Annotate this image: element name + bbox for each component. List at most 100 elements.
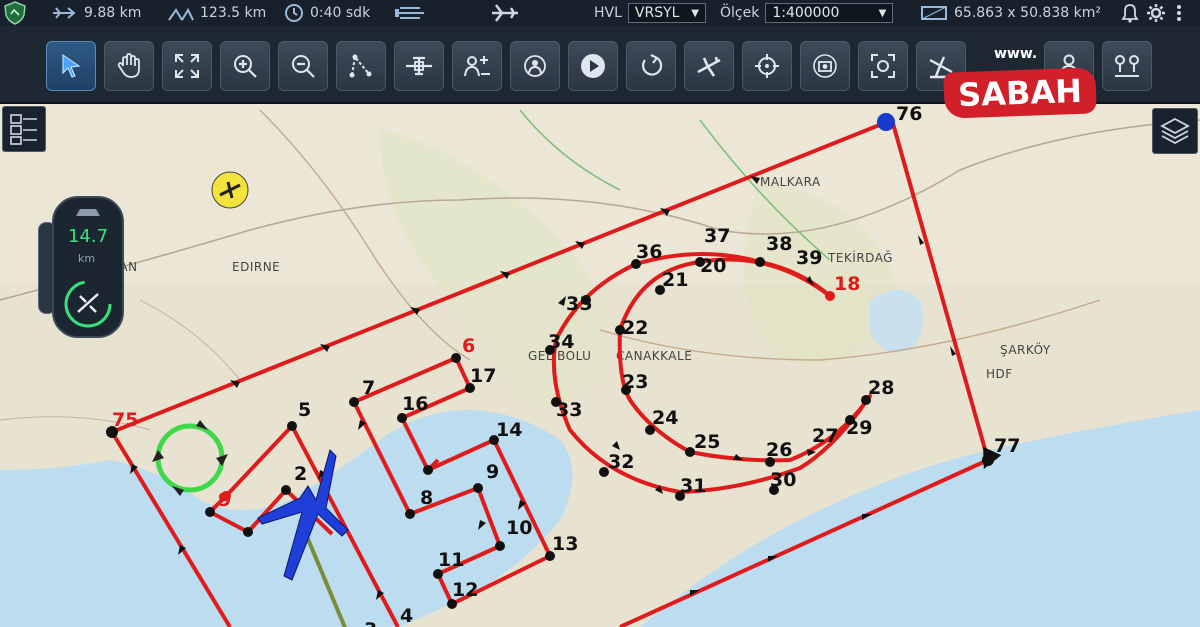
waypoint-label: 5 <box>298 399 311 421</box>
pins-tool-button[interactable] <box>1102 41 1152 91</box>
fit-tool-button[interactable] <box>162 41 212 91</box>
waypoint-label: 37 <box>704 225 730 247</box>
gauge-value: 14.7 <box>67 226 109 247</box>
play-tool-button[interactable] <box>568 41 618 91</box>
expand-icon <box>175 54 199 78</box>
target-tool-button[interactable] <box>510 41 560 91</box>
place-canakkale: ÇANAKKALE <box>616 349 692 363</box>
lake <box>870 290 924 353</box>
waypoint-label: 77 <box>994 435 1020 457</box>
area-value: 65.863 x 50.838 km² <box>954 5 1101 21</box>
shield-icon <box>4 1 26 25</box>
compass-icon <box>64 280 112 328</box>
speed-gauge: 14.7 km <box>38 196 124 338</box>
stack-icon <box>1160 117 1190 145</box>
area-readout: 65.863 x 50.838 km² <box>920 0 1101 26</box>
place-edirne: EDIRNE <box>232 260 280 274</box>
waypoint-label: 28 <box>868 377 894 399</box>
waypoint-label: 7 <box>362 377 375 399</box>
waypoint-label: 13 <box>552 533 578 555</box>
zoom-in-tool-button[interactable] <box>220 41 270 91</box>
range-value: 123.5 km <box>200 5 267 21</box>
waypoint-label: 30 <box>770 469 796 491</box>
waypoint-label: 9 <box>218 489 231 511</box>
pan-tool-button[interactable] <box>104 41 154 91</box>
waypoint-label: 34 <box>548 331 574 353</box>
notifications-button[interactable] <box>1120 0 1140 26</box>
waypoint-label: 8 <box>420 487 433 509</box>
place-hdf: HDF <box>986 367 1013 381</box>
waypoint-label: 14 <box>496 419 522 441</box>
uav-icon <box>406 56 432 76</box>
scale-select[interactable]: 1:400000 ▼ <box>765 3 894 23</box>
waypoint-label: 39 <box>796 247 822 269</box>
waypoint-label: 38 <box>766 233 792 255</box>
route-icon <box>349 54 372 78</box>
time-readout: 0:40 sdk <box>284 0 370 26</box>
waypoint-label: 2 <box>294 463 307 485</box>
zoom-out-tool-button[interactable] <box>278 41 328 91</box>
distance-icon <box>53 7 76 19</box>
gear-icon <box>1147 4 1165 22</box>
place-sarkoy: ŞARKÖY <box>1000 341 1051 357</box>
crosshair-tool-button[interactable] <box>742 41 792 91</box>
target-person-icon <box>524 55 546 77</box>
flight-plan-indicator[interactable] <box>394 0 426 26</box>
waypoint-label: 36 <box>636 241 662 263</box>
waypoint-label: 25 <box>694 431 720 453</box>
waypoint-label: 27 <box>812 425 838 447</box>
waypoint-label: 76 <box>896 104 922 125</box>
bell-icon <box>1121 4 1139 23</box>
distance-value: 9.88 km <box>84 5 142 21</box>
logo-www: www. <box>994 46 1038 62</box>
route-tool-button[interactable] <box>336 41 386 91</box>
takeoff-tool-button[interactable] <box>684 41 734 91</box>
play-icon <box>581 54 605 78</box>
hvl-select-value: VRSYL <box>634 5 680 21</box>
aircraft-indicator[interactable] <box>490 0 522 26</box>
chevron-down-icon: ▼ <box>691 7 699 19</box>
settings-button[interactable] <box>1146 0 1166 26</box>
uav-tool-button[interactable] <box>394 41 444 91</box>
loop-icon <box>642 54 663 76</box>
waypoint-label: 26 <box>766 439 792 461</box>
map-layers-button[interactable] <box>1152 108 1198 154</box>
capture-tool-button[interactable] <box>858 41 908 91</box>
waypoint-label: 21 <box>662 269 688 291</box>
add-waypoint-tool-button[interactable] <box>452 41 502 91</box>
home-marker-icon[interactable] <box>877 113 895 131</box>
aircraft-icon <box>492 4 518 22</box>
waypoint-label: 24 <box>652 407 678 429</box>
waypoint-label: 12 <box>452 579 478 601</box>
layers-button[interactable] <box>2 106 46 152</box>
zoom-in-icon <box>234 55 257 78</box>
select-tool-button[interactable] <box>46 41 96 91</box>
waypoint-label: 32 <box>608 451 634 473</box>
place-malkara: MALKARA <box>760 175 821 189</box>
more-vertical-icon <box>1177 5 1181 21</box>
time-value: 0:40 sdk <box>310 5 371 21</box>
map-view[interactable]: EDIRNE ESAN MALKARA TEKİRDAĞ GELİBOLU ÇA… <box>0 104 1200 627</box>
camera-tool-button[interactable] <box>800 41 850 91</box>
more-menu-button[interactable] <box>1176 0 1182 26</box>
hvl-select[interactable]: VRSYL ▼ <box>627 3 706 23</box>
waypoint-label: 9 <box>486 461 499 483</box>
place-tekirdag: TEKİRDAĞ <box>827 250 893 265</box>
zoom-out-icon <box>292 55 315 78</box>
layers-icon <box>10 114 37 145</box>
waypoint-label: 29 <box>846 417 872 439</box>
loop-tool-button[interactable] <box>626 41 676 91</box>
land-area-north <box>0 104 1200 284</box>
app-logo[interactable] <box>4 0 26 26</box>
cursor-icon <box>62 54 81 78</box>
waypoint-label: 11 <box>438 549 464 571</box>
waypoint-add-icon <box>464 56 490 77</box>
waypoint-label: 35 <box>566 293 592 315</box>
camera-icon <box>813 54 837 78</box>
clock-icon <box>285 4 303 22</box>
map-canvas[interactable]: EDIRNE ESAN MALKARA TEKİRDAĞ GELİBOLU ÇA… <box>0 104 1200 627</box>
waypoint-label: 18 <box>834 273 860 295</box>
waypoint-label: 75 <box>112 409 138 431</box>
waypoint-label: 6 <box>462 335 475 357</box>
scale-label: Ölçek <box>720 5 760 21</box>
